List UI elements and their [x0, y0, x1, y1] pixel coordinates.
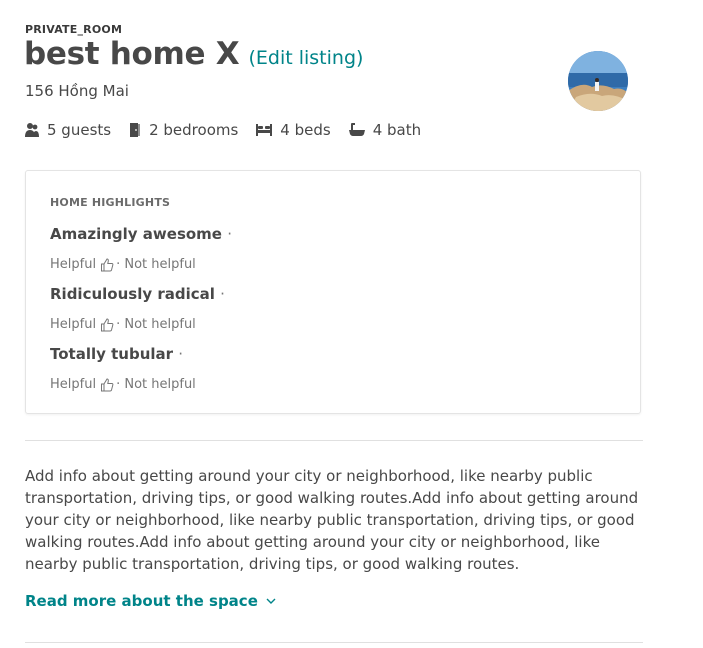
amenity-bath: 4 bath — [348, 121, 422, 139]
highlight-feedback: Helpful · Not helpful — [50, 377, 196, 392]
not-helpful-button[interactable]: Not helpful — [124, 377, 195, 392]
highlight-item: Totally tubular · Helpful · Not helpful — [50, 345, 196, 392]
not-helpful-button[interactable]: Not helpful — [124, 317, 195, 332]
highlights-heading: HOME HIGHLIGHTS — [50, 196, 171, 209]
highlight-feedback: Helpful · Not helpful — [50, 317, 196, 332]
amenity-bedrooms: 2 bedrooms — [129, 121, 238, 139]
highlight-feedback: Helpful · Not helpful — [50, 257, 196, 272]
separator-dot: · — [116, 377, 121, 392]
section-divider — [25, 440, 643, 441]
amenity-bath-label: 4 bath — [372, 121, 422, 139]
separator-dot: · — [116, 317, 121, 332]
thumbs-up-icon[interactable] — [100, 317, 114, 332]
amenity-guests-label: 5 guests — [47, 121, 112, 139]
separator-dot: · — [220, 285, 225, 303]
listing-title-row: best home X (Edit listing) — [24, 36, 363, 72]
amenity-beds-label: 4 beds — [280, 121, 331, 139]
highlight-item: Amazingly awesome · Helpful · Not helpfu… — [50, 225, 232, 272]
amenity-guests: 5 guests — [25, 121, 111, 139]
bed-icon — [256, 124, 273, 136]
helpful-button[interactable]: Helpful — [50, 317, 96, 332]
section-divider — [25, 642, 643, 643]
listing-title: best home X — [24, 36, 240, 72]
chevron-down-icon — [266, 598, 276, 604]
home-highlights-card: HOME HIGHLIGHTS Amazingly awesome · Help… — [25, 170, 641, 414]
thumbs-up-icon[interactable] — [100, 257, 114, 272]
amenity-beds: 4 beds — [256, 121, 331, 139]
separator-dot: · — [178, 345, 184, 363]
room-type-label: PRIVATE_ROOM — [25, 23, 123, 36]
amenity-bedrooms-label: 2 bedrooms — [149, 121, 239, 139]
edit-listing-link[interactable]: (Edit listing) — [248, 47, 363, 69]
host-avatar[interactable] — [568, 51, 628, 111]
avatar-photo — [568, 51, 628, 111]
read-more-button[interactable]: Read more about the space — [25, 592, 276, 610]
guests-icon — [25, 123, 39, 137]
separator-dot: · — [227, 225, 232, 243]
listing-address: 156 Hồng Mai — [25, 82, 129, 100]
not-helpful-button[interactable]: Not helpful — [124, 257, 195, 272]
thumbs-up-icon[interactable] — [100, 377, 114, 392]
highlight-title: Amazingly awesome — [50, 225, 222, 243]
listing-description: Add info about getting around your city … — [25, 467, 639, 573]
highlight-title-row: Amazingly awesome · — [50, 225, 232, 243]
helpful-button[interactable]: Helpful — [50, 257, 96, 272]
highlight-title-row: Totally tubular · — [50, 345, 183, 363]
separator-dot: · — [116, 257, 121, 272]
bedroom-door-icon — [130, 123, 141, 137]
highlight-title-row: Ridiculously radical · — [50, 285, 225, 303]
bathtub-icon — [348, 123, 365, 136]
highlight-item: Ridiculously radical · Helpful · Not hel… — [50, 285, 225, 332]
highlight-title: Ridiculously radical — [50, 285, 215, 303]
read-more-label: Read more about the space — [25, 592, 258, 610]
highlight-title: Totally tubular — [50, 345, 174, 363]
helpful-button[interactable]: Helpful — [50, 377, 96, 392]
amenities-row: 5 guests 2 bedrooms 4 beds 4 bath — [25, 121, 439, 139]
